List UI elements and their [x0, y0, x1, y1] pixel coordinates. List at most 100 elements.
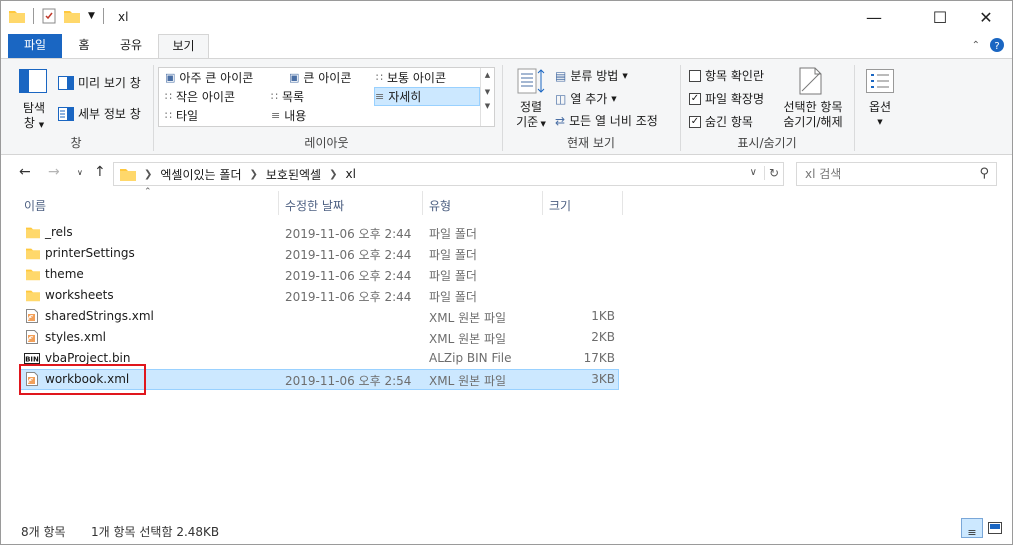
column-name-header[interactable]: 이름 [24, 197, 46, 214]
preview-pane-button[interactable]: 미리 보기 창 [58, 74, 141, 91]
fit-columns-label: 모든 열 너비 조정 [569, 114, 658, 128]
breadcrumb-item[interactable]: 보호된엑셀 [266, 166, 321, 183]
sort-by-button[interactable]: 정렬 기준 ▼ [513, 100, 549, 132]
file-row[interactable]: _rels 2019-11-06 오후 2:44 파일 폴더 [19, 222, 619, 243]
quick-access-toolbar: ▼ [9, 8, 104, 24]
file-name[interactable]: printerSettings [45, 246, 135, 260]
hide-selected-button[interactable]: 선택한 항목 숨기기/해제 [777, 100, 849, 130]
file-row[interactable]: worksheets 2019-11-06 오후 2:44 파일 폴더 [19, 285, 619, 306]
details-pane-button[interactable]: 세부 정보 창 [58, 105, 141, 122]
details-pane-icon [58, 106, 74, 121]
chevron-right-icon[interactable]: ❯ [144, 169, 152, 180]
gallery-scrollbar[interactable]: ▲ ▼ ▼ [480, 68, 494, 126]
file-row[interactable]: theme 2019-11-06 오후 2:44 파일 폴더 [19, 264, 619, 285]
details-view-button[interactable]: ≡ [961, 518, 983, 539]
hide-selected-label-2: 숨기기/해제 [783, 115, 843, 129]
close-button[interactable]: ✕ [963, 1, 1009, 33]
breadcrumb-item[interactable]: xl [345, 167, 355, 181]
nav-pane-icon-wrap[interactable] [19, 69, 47, 93]
chevron-right-icon[interactable]: ❯ [329, 169, 337, 180]
layout-small-icons[interactable]: ∷ 작은 아이콘 [165, 87, 235, 106]
file-extensions-toggle[interactable]: ✓ 파일 확장명 [689, 90, 764, 107]
preview-pane-label: 미리 보기 창 [78, 76, 141, 90]
layout-group-label: 레이아웃 [304, 136, 349, 150]
bin-file-icon: BIN [24, 353, 40, 364]
breadcrumb-item[interactable]: 엑셀이있는 폴더 [160, 166, 241, 183]
column-divider[interactable] [542, 191, 543, 215]
ribbon-tabs: 파일 홈 공유 보기 ⌃ ? [1, 34, 1012, 59]
refresh-icon[interactable]: ↻ [763, 166, 779, 180]
layout-medium-icons[interactable]: ∷ 보통 아이콘 [376, 68, 446, 87]
file-modified: 2019-11-06 오후 2:44 [285, 227, 412, 241]
fit-columns-button[interactable]: ⇄ 모든 열 너비 조정 [555, 112, 658, 129]
file-row[interactable]: sharedStrings.xml XML 원본 파일 1KB [19, 306, 619, 327]
column-divider[interactable] [422, 191, 423, 215]
search-box[interactable]: xl 검색 ⚲ [796, 162, 997, 186]
layout-details[interactable]: ≡ 자세히 [374, 87, 480, 106]
layout-tiles[interactable]: ∷ 타일 [165, 106, 198, 125]
ribbon: 탐색 창 ▼ 미리 보기 창 세부 정보 창 창 레이아웃 ▣ 아주 큰 아이콘 [1, 58, 1012, 155]
address-dropdown-icon[interactable]: ∨ [750, 167, 757, 178]
status-selection: 1개 항목 선택함 2.48KB [91, 525, 220, 539]
large-icons-view-button[interactable] [984, 518, 1006, 538]
layout-content[interactable]: ≡ 내용 [271, 106, 306, 125]
file-name[interactable]: vbaProject.bin [45, 351, 131, 365]
recent-locations-icon[interactable]: ∨ [77, 168, 83, 177]
column-divider[interactable] [622, 191, 623, 215]
address-bar[interactable]: ❯ 엑셀이있는 폴더 ❯ 보호된엑셀 ❯ xl ∨ ↻ [113, 162, 784, 186]
sort-by-icon-wrap[interactable] [517, 67, 545, 98]
file-row[interactable]: styles.xml XML 원본 파일 2KB [19, 327, 619, 348]
add-columns-button[interactable]: ◫ 열 추가 ▼ [555, 90, 617, 107]
maximize-button[interactable]: ☐ [917, 1, 963, 33]
file-name[interactable]: _rels [45, 225, 73, 239]
layout-extra-large-icons[interactable]: ▣ 아주 큰 아이콘 [165, 68, 253, 87]
column-modified-header[interactable]: 수정한 날짜 [285, 197, 344, 214]
properties-icon[interactable] [42, 8, 56, 24]
group-by-button[interactable]: ▤ 분류 방법 ▼ [555, 67, 628, 84]
column-divider[interactable] [278, 191, 279, 215]
options-button[interactable]: 옵션 ▼ [860, 100, 900, 130]
tab-view[interactable]: 보기 [158, 34, 209, 59]
file-name[interactable]: sharedStrings.xml [45, 309, 154, 323]
checkbox-checked[interactable]: ✓ [689, 115, 701, 128]
options-icon-wrap[interactable] [866, 69, 894, 96]
file-modified: 2019-11-06 오후 2:44 [285, 269, 412, 283]
file-name[interactable]: theme [45, 267, 84, 281]
divider [102, 8, 104, 24]
chevron-right-icon[interactable]: ❯ [250, 169, 258, 180]
scroll-down-icon[interactable]: ▼ [481, 88, 494, 96]
help-icon[interactable]: ? [990, 38, 1004, 52]
back-arrow-icon[interactable]: ← [19, 164, 31, 180]
layout-list[interactable]: ∷ 목록 [271, 87, 304, 106]
nav-pane-button[interactable]: 탐색 창 ▼ [19, 101, 49, 133]
checkbox-checked[interactable]: ✓ [689, 92, 701, 105]
search-icon[interactable]: ⚲ [979, 163, 989, 185]
file-name[interactable]: worksheets [45, 288, 114, 302]
tab-file[interactable]: 파일 [8, 34, 62, 58]
tab-home[interactable]: 홈 [69, 34, 99, 58]
minimize-button[interactable]: — [851, 1, 897, 33]
list-icon: ∷ [271, 90, 278, 103]
item-checkboxes-toggle[interactable]: 항목 확인란 [689, 67, 764, 84]
folder-icon [120, 169, 136, 181]
folder-icon [26, 248, 40, 260]
scroll-up-icon[interactable]: ▲ [481, 71, 494, 79]
collapse-ribbon-icon[interactable]: ⌃ [972, 40, 980, 51]
layout-large-icons[interactable]: ▣ 큰 아이콘 [289, 68, 351, 87]
gallery-more-icon[interactable]: ▼ [481, 102, 494, 110]
hidden-items-toggle[interactable]: ✓ 숨긴 항목 [689, 113, 753, 130]
hide-selected-icon-wrap[interactable] [799, 67, 823, 98]
column-size-header[interactable]: 크기 [549, 197, 571, 214]
checkbox-unchecked[interactable] [689, 69, 701, 82]
preview-pane-icon [58, 75, 74, 90]
qat-dropdown-icon[interactable]: ▼ [88, 11, 95, 21]
column-type-header[interactable]: 유형 [429, 197, 451, 214]
file-row[interactable]: printerSettings 2019-11-06 오후 2:44 파일 폴더 [19, 243, 619, 264]
tab-share[interactable]: 공유 [111, 34, 151, 58]
new-folder-icon[interactable] [64, 9, 80, 23]
forward-arrow-icon[interactable]: → [48, 164, 60, 180]
maximize-icon: ☐ [932, 7, 948, 27]
layout-item-label: 보통 아이콘 [387, 71, 447, 85]
file-name[interactable]: styles.xml [45, 330, 106, 344]
up-arrow-icon[interactable]: ↑ [94, 164, 106, 180]
